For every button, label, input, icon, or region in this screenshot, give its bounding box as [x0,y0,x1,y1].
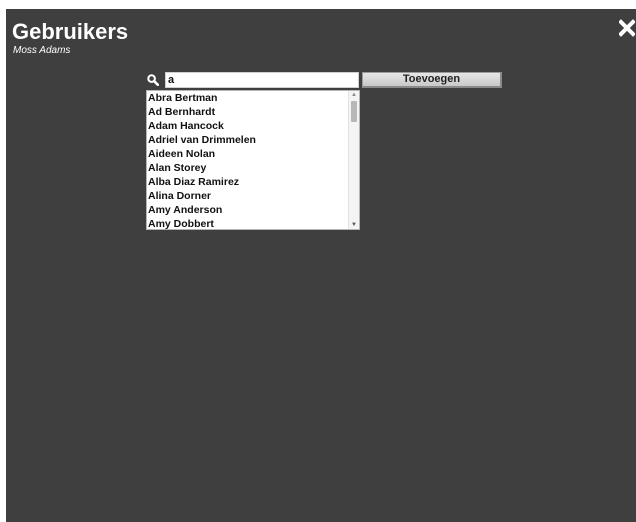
suggestion-item[interactable]: Aideen Nolan [148,147,359,161]
search-input[interactable] [165,72,359,88]
users-panel: Gebruikers Moss Adams Toevoegen Abra Ber… [6,9,636,522]
scroll-down-arrow-icon[interactable]: ▼ [350,221,358,229]
page-title: Gebruikers [12,19,129,44]
suggestion-item[interactable]: Adriel van Drimmelen [148,133,359,147]
suggestion-item[interactable]: Amy Anderson [148,203,359,217]
organization-subtitle: Moss Adams [13,45,71,56]
suggestion-item[interactable]: Abra Bertman [148,91,359,105]
scroll-thumb[interactable] [351,101,357,122]
suggestion-scrollbar[interactable]: ▲ ▼ [348,91,359,229]
suggestion-list[interactable]: Abra Bertman Ad Bernhardt Adam Hancock A… [146,90,360,230]
add-button[interactable]: Toevoegen [362,72,502,88]
close-icon[interactable] [618,19,636,37]
search-icon [147,73,160,87]
suggestion-item[interactable]: Amy Dobbert [148,217,359,229]
suggestion-item[interactable]: Alina Dorner [148,189,359,203]
suggestion-item[interactable]: Alba Diaz Ramirez [148,175,359,189]
suggestion-item[interactable]: Ad Bernhardt [148,105,359,119]
suggestion-item[interactable]: Adam Hancock [148,119,359,133]
suggestion-item[interactable]: Alan Storey [148,161,359,175]
scroll-up-arrow-icon[interactable]: ▲ [350,91,358,99]
